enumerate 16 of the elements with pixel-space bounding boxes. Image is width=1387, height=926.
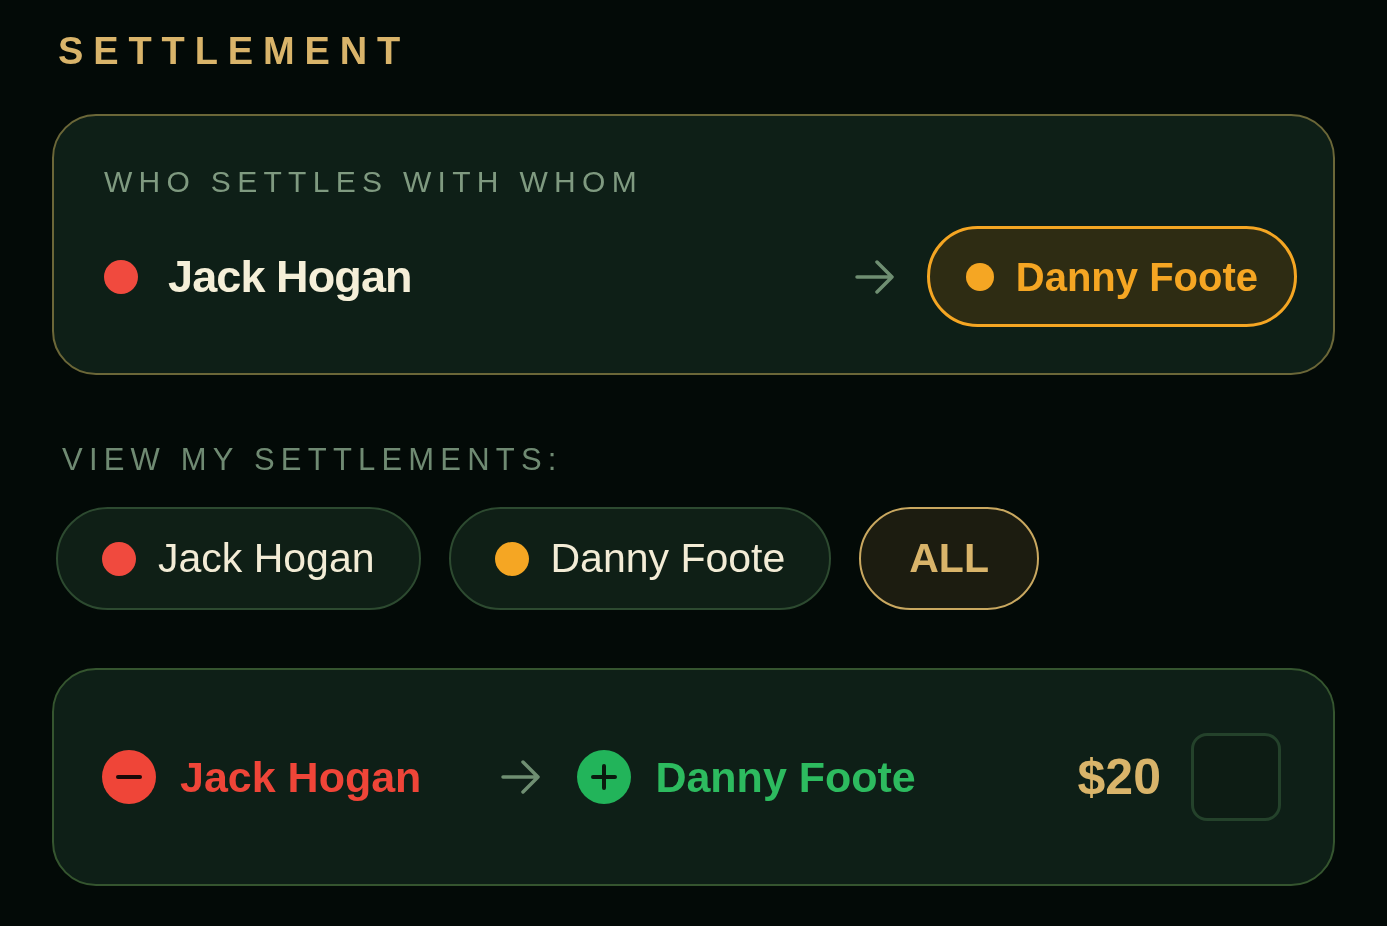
- arrow-icon: [854, 259, 895, 294]
- person-name: Jack Hogan: [168, 249, 412, 304]
- filter-chip[interactable]: Danny Foote: [448, 507, 832, 610]
- minus-icon: [102, 750, 156, 804]
- filter-chip[interactable]: Jack Hogan: [56, 507, 421, 610]
- plus-icon: [577, 750, 632, 804]
- card-label: WHO SETTLES WITH WHOM: [104, 164, 643, 200]
- amount: $20: [1077, 747, 1161, 807]
- section-title: SETTLEMENT: [58, 29, 411, 74]
- payee-name: Danny Foote: [655, 751, 916, 803]
- checkbox[interactable]: [1191, 733, 1281, 821]
- recipient-pill[interactable]: Danny Foote: [926, 226, 1297, 327]
- payer-name: Jack Hogan: [180, 751, 422, 803]
- filter-chip[interactable]: ALL: [859, 507, 1039, 610]
- arrow-icon: [501, 760, 542, 794]
- filter-label: VIEW MY SETTLEMENTS:: [62, 441, 563, 479]
